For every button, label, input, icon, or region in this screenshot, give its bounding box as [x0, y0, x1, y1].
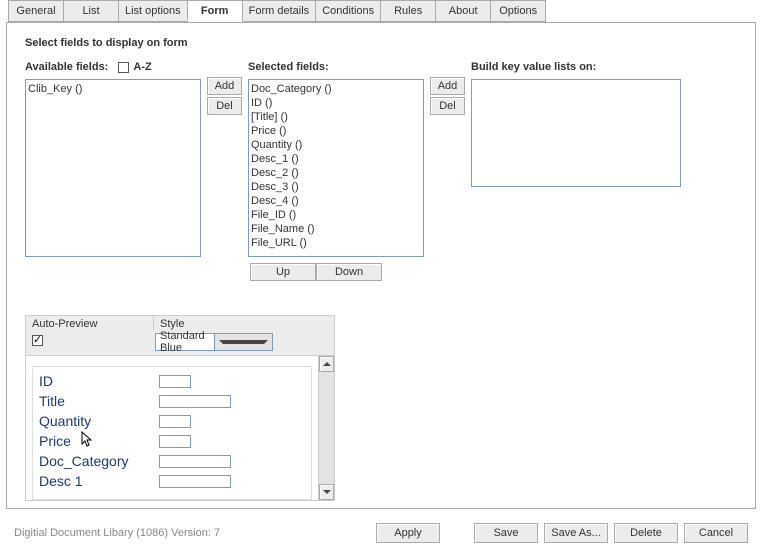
preview-field-input — [159, 475, 231, 488]
list-item[interactable]: File_Name () — [251, 222, 421, 236]
available-fields-listbox[interactable]: Clib_Key () — [25, 79, 201, 257]
scroll-up-icon[interactable] — [319, 356, 334, 372]
del-build-button[interactable]: Del — [430, 97, 465, 115]
build-listbox[interactable] — [471, 79, 681, 187]
preview-scrollbar[interactable] — [318, 356, 334, 500]
list-item[interactable]: Desc_4 () — [251, 194, 421, 208]
add-button[interactable]: Add — [207, 77, 242, 95]
preview-field-input — [159, 435, 191, 448]
tab-bar: General List List options Form Form deta… — [0, 0, 762, 22]
list-item[interactable]: ID () — [251, 96, 421, 110]
preview-field-label: Doc_Category — [39, 453, 159, 469]
cancel-button[interactable]: Cancel — [684, 523, 748, 543]
selected-column: Selected fields: Doc_Category () ID () [… — [248, 59, 424, 281]
az-checkbox[interactable] — [118, 62, 129, 73]
tab-about[interactable]: About — [435, 0, 491, 22]
list-item[interactable]: File_URL () — [251, 236, 421, 250]
style-value: Standard Blue — [156, 330, 214, 354]
apply-button[interactable]: Apply — [376, 523, 440, 543]
form-preview: ID Title Quantity Price Doc_Category Des… — [26, 356, 318, 500]
tab-options[interactable]: Options — [490, 0, 546, 22]
tab-rules[interactable]: Rules — [380, 0, 436, 22]
field-columns: Available fields: A-Z Clib_Key () Add De… — [25, 59, 737, 281]
tab-conditions[interactable]: Conditions — [315, 0, 381, 22]
tab-list-options[interactable]: List options — [118, 0, 188, 22]
preview-field-input — [159, 375, 191, 388]
scroll-down-icon[interactable] — [319, 484, 334, 500]
form-panel: Select fields to display on form Availab… — [6, 22, 756, 509]
status-text: Digitial Document Libary (1086) Version:… — [14, 527, 220, 539]
tab-form-details[interactable]: Form details — [242, 0, 317, 22]
preview-field-label: Desc 1 — [39, 473, 159, 489]
auto-preview-header: Auto-Preview — [26, 316, 154, 331]
style-header: Style — [154, 316, 334, 331]
list-item[interactable]: Doc_Category () — [251, 82, 421, 96]
tab-list[interactable]: List — [63, 0, 119, 22]
tab-general[interactable]: General — [8, 0, 64, 22]
down-button[interactable]: Down — [316, 263, 382, 281]
list-item[interactable]: Price () — [251, 124, 421, 138]
save-button[interactable]: Save — [474, 523, 538, 543]
list-item[interactable]: File_ID () — [251, 208, 421, 222]
preview-field-label: Quantity — [39, 413, 159, 429]
az-label: A-Z — [133, 61, 151, 73]
auto-preview-checkbox[interactable] — [32, 335, 43, 346]
preview-area: Auto-Preview Style Standard Blue ID Titl… — [25, 315, 335, 501]
list-item[interactable]: [Title] () — [251, 110, 421, 124]
footer-bar: Digitial Document Libary (1086) Version:… — [0, 513, 762, 553]
list-item[interactable]: Clib_Key () — [28, 82, 198, 96]
avail-sel-buttons: Add Del — [207, 77, 242, 115]
build-key-value-label: Build key value lists on: — [471, 61, 596, 73]
available-fields-label: Available fields: — [25, 61, 108, 73]
preview-field-label: Price — [39, 433, 159, 449]
preview-field-label: Title — [39, 393, 159, 409]
add-build-button[interactable]: Add — [430, 77, 465, 95]
style-select[interactable]: Standard Blue — [155, 333, 273, 351]
preview-field-label: ID — [39, 373, 159, 389]
del-button[interactable]: Del — [207, 97, 242, 115]
preview-field-input — [159, 415, 191, 428]
preview-field-input — [159, 395, 231, 408]
preview-field-input — [159, 455, 231, 468]
selected-fields-listbox[interactable]: Doc_Category () ID () [Title] () Price (… — [248, 79, 424, 257]
delete-button[interactable]: Delete — [614, 523, 678, 543]
sel-build-buttons: Add Del — [430, 77, 465, 115]
available-column: Available fields: A-Z Clib_Key () — [25, 59, 201, 257]
build-column: Build key value lists on: — [471, 59, 681, 187]
selected-fields-label: Selected fields: — [248, 61, 329, 73]
tab-form[interactable]: Form — [187, 0, 243, 22]
list-item[interactable]: Quantity () — [251, 138, 421, 152]
chevron-down-icon[interactable] — [214, 334, 273, 350]
list-item[interactable]: Desc_1 () — [251, 152, 421, 166]
up-button[interactable]: Up — [250, 263, 316, 281]
list-item[interactable]: Desc_3 () — [251, 180, 421, 194]
section-title: Select fields to display on form — [25, 37, 737, 49]
save-as-button[interactable]: Save As... — [544, 523, 608, 543]
list-item[interactable]: Desc_2 () — [251, 166, 421, 180]
